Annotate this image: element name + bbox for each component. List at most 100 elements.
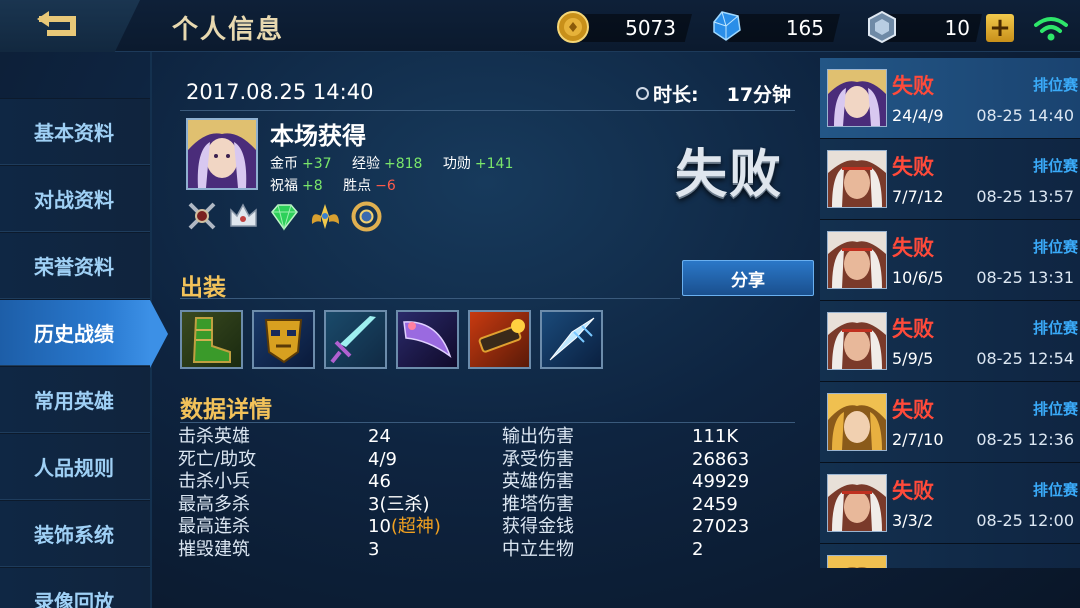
match-mode: 排位赛 <box>1032 157 1078 175</box>
match-time: 08-25 12:54 <box>976 349 1074 368</box>
white-hair-hero-icon <box>828 313 886 369</box>
purple-blade-item-icon[interactable] <box>396 310 459 369</box>
list-item-partial[interactable] <box>820 544 1080 568</box>
match-history-list: 失败 排位赛 24/4/9 08-25 14:40 失败 排位赛 7/7/12 … <box>820 58 1080 568</box>
match-result: 失败 <box>892 398 934 422</box>
build-title: 出装 <box>180 275 226 301</box>
match-result: 失败 <box>892 479 934 503</box>
green-gem-badge-icon[interactable] <box>268 200 301 233</box>
match-kda: 10/6/5 <box>892 268 944 287</box>
stat-value: 26863 <box>692 448 750 470</box>
nav-item-honor-info[interactable]: 荣誉资料 <box>0 232 150 299</box>
left-nav: 基本资料 对战资料 荣誉资料 历史战绩 常用英雄 人品规则 装饰系统 录像回放 <box>0 98 168 608</box>
hero-avatar <box>827 474 887 532</box>
match-result: 失败 <box>892 317 934 341</box>
match-result: 失败 <box>892 155 934 179</box>
stat-label: 推塔伤害 <box>502 493 574 515</box>
white-hair-hero-icon <box>828 232 886 288</box>
match-time: 08-25 12:00 <box>976 511 1074 530</box>
nav-item-replay[interactable]: 录像回放 <box>0 567 150 608</box>
item-build-row <box>180 310 603 369</box>
stat-value: 10(超神) <box>368 516 502 539</box>
list-item[interactable]: 失败 排位赛 7/7/12 08-25 13:57 <box>820 139 1080 220</box>
list-item[interactable]: 失败 排位赛 3/3/2 08-25 12:00 <box>820 463 1080 544</box>
nav-item-reputation-rules[interactable]: 人品规则 <box>0 433 150 500</box>
crossed-swords-badge-icon[interactable] <box>186 200 219 233</box>
voucher-crystal-icon <box>868 10 896 44</box>
nav-item-label: 历史战绩 <box>34 322 114 346</box>
stat-highlight: (超神) <box>390 516 441 537</box>
silver-crown-badge-icon[interactable] <box>227 200 260 233</box>
game-screen: 个人信息 5073 165 10 + 基本资料 对战资料 荣誉资料 历史战绩 常… <box>0 0 1080 608</box>
back-arrow-icon <box>37 11 76 36</box>
match-mode: 排位赛 <box>1032 319 1078 337</box>
hero-avatar <box>827 312 887 370</box>
back-button[interactable] <box>0 0 140 52</box>
reward-title: 本场获得 <box>270 122 366 150</box>
stat-label: 承受伤害 <box>502 448 574 470</box>
gold-coin-icon <box>557 11 589 43</box>
stats-title: 数据详情 <box>180 397 272 423</box>
gold-reward-label: 金币 <box>270 156 298 172</box>
match-kda: 7/7/12 <box>892 187 944 206</box>
match-kda: 24/4/9 <box>892 106 944 125</box>
gold-ring-badge-icon[interactable] <box>350 200 383 233</box>
stat-value: 27023 <box>692 516 750 537</box>
stat-value: 46 <box>368 471 502 494</box>
exp-reward-value: +818 <box>384 156 423 172</box>
stat-value-text: 10 <box>368 516 391 537</box>
share-button[interactable]: 分享 <box>682 260 814 296</box>
list-item[interactable]: 失败 排位赛 24/4/9 08-25 14:40 <box>820 58 1080 139</box>
nav-item-label: 人品规则 <box>34 456 114 480</box>
stat-value-text: 4/9 <box>368 448 397 470</box>
nav-item-label: 对战资料 <box>34 188 114 212</box>
winpoint-label: 胜点 <box>343 178 372 194</box>
nav-item-basic-info[interactable]: 基本资料 <box>0 98 150 165</box>
list-item[interactable]: 失败 排位赛 10/6/5 08-25 13:31 <box>820 220 1080 301</box>
match-result: 失败 <box>892 74 934 98</box>
ice-spear-item-icon[interactable] <box>540 310 603 369</box>
stat-value: 3(三杀) <box>368 494 502 517</box>
list-item[interactable]: 失败 排位赛 5/9/5 08-25 12:54 <box>820 301 1080 382</box>
gold-wings-badge-icon[interactable] <box>309 200 342 233</box>
cyan-sword-item-icon[interactable] <box>324 310 387 369</box>
divider <box>180 110 795 111</box>
golden-hair-hero-icon <box>828 556 886 568</box>
add-currency-button[interactable]: + <box>986 14 1014 42</box>
gold-counter: 5073 <box>572 14 692 42</box>
stat-label: 中立生物 <box>502 538 574 560</box>
match-detail-panel: 2017.08.25 14:40 时长: 17分钟 本场获得 金币 +37 经验 +8… <box>170 60 814 608</box>
stat-label: 获得金钱 <box>502 516 574 537</box>
hero-avatar <box>827 393 887 451</box>
stat-value-text: 46 <box>368 471 391 492</box>
gold-value: 5073 <box>625 16 676 40</box>
nav-item-match-history[interactable]: 历史战绩 <box>0 299 168 368</box>
stat-label: 输出伤害 <box>502 426 574 447</box>
stat-value: 49929 <box>692 471 750 492</box>
voucher-value: 10 <box>944 16 970 40</box>
nav-item-decoration-system[interactable]: 装饰系统 <box>0 500 150 567</box>
stat-value: 24 <box>368 426 502 449</box>
fire-cannon-item-icon[interactable] <box>468 310 531 369</box>
golden-mask-item-icon[interactable] <box>252 310 315 369</box>
hero-avatar <box>827 150 887 208</box>
badge-row <box>186 200 383 233</box>
reward-row-2: 祝福 +8 胜点 −6 <box>270 175 412 195</box>
stat-value-text: 3 <box>368 538 380 560</box>
hero-avatar <box>186 118 258 190</box>
stat-value: 111K <box>692 426 739 447</box>
gold-reward-value: +37 <box>302 156 332 172</box>
match-time: 08-25 13:57 <box>976 187 1074 206</box>
nav-item-common-heroes[interactable]: 常用英雄 <box>0 366 150 433</box>
stat-label: 英雄伤害 <box>502 471 574 492</box>
stat-value: 2459 <box>692 493 738 515</box>
stat-label: 死亡/助攻 <box>178 448 257 470</box>
green-boots-item-icon[interactable] <box>180 310 243 369</box>
match-time: 08-25 13:31 <box>976 268 1074 287</box>
match-kda: 5/9/5 <box>892 349 934 368</box>
bless-reward-value: +8 <box>302 178 323 194</box>
table-row: 击杀小兵 46 英雄伤害 49929 <box>178 471 798 494</box>
list-item[interactable]: 失败 排位赛 2/7/10 08-25 12:36 <box>820 382 1080 463</box>
stat-value-text: 24 <box>368 426 391 447</box>
nav-item-battle-info[interactable]: 对战资料 <box>0 165 150 232</box>
